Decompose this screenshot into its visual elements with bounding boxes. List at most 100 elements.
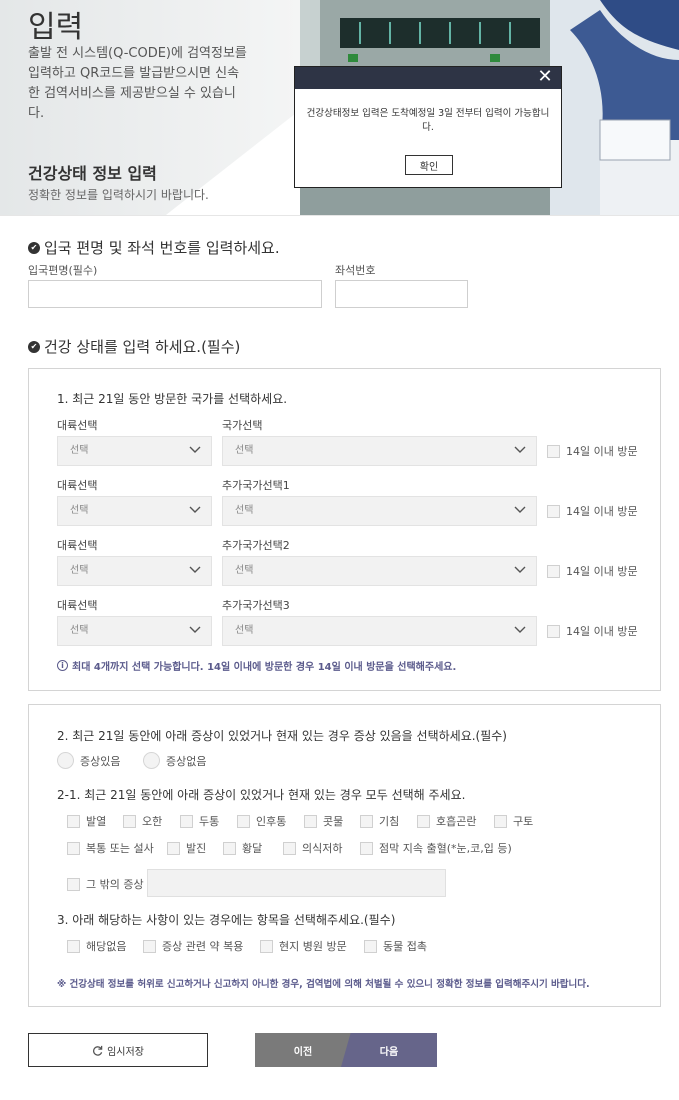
checkbox-box — [67, 939, 80, 953]
checkbox-box — [167, 841, 180, 855]
check-circle-icon: ✔ — [28, 241, 40, 254]
dialog-header: ✕ — [295, 67, 561, 89]
symptom-checkbox-headache[interactable]: 두통 — [180, 813, 219, 829]
within-14-days-checkbox[interactable]: 14일 이내 방문 — [547, 503, 638, 519]
country-label: 추가국가선택3 — [222, 599, 290, 612]
symptom-checkbox-vomiting[interactable]: 구토 — [494, 813, 533, 829]
other-symptom-checkbox[interactable]: 그 밖의 증상 — [67, 876, 144, 892]
temp-save-label: 임시저장 — [107, 1046, 144, 1058]
seat-number-label: 좌석번호 — [335, 264, 376, 277]
seat-number-input[interactable] — [335, 280, 468, 308]
symptom-checkbox-consciousness[interactable]: 의식저하 — [283, 840, 342, 856]
country-note-text: 최대 4개까지 선택 가능합니다. 14일 이내에 방문한 경우 14일 이내 … — [72, 662, 457, 673]
checkbox-box — [237, 814, 250, 828]
condition-checkbox-animal[interactable]: 동물 접촉 — [364, 938, 427, 954]
symptom-checkbox-fever[interactable]: 발열 — [67, 813, 106, 829]
health-question: ✔ 건강 상태를 입력 하세요.(필수) — [28, 336, 240, 357]
temp-save-button[interactable]: 임시저장 — [28, 1033, 208, 1067]
within-14-days-checkbox[interactable]: 14일 이내 방문 — [547, 563, 638, 579]
symptom-checkbox-diarrhea[interactable]: 복통 또는 설사 — [67, 840, 154, 856]
confirm-button[interactable]: 확인 — [405, 155, 453, 175]
checkbox-box — [547, 504, 560, 518]
dialog-message: 건강상태정보 입력은 도착예정일 3일 전부터 입력이 가능합니다. — [306, 108, 550, 133]
country-select[interactable]: 선택 — [222, 556, 537, 586]
section-subtitle: 정확한 정보를 입력하시기 바랍니다. — [28, 188, 209, 202]
country-select[interactable]: 선택 — [222, 496, 537, 526]
continent-select[interactable]: 선택 — [57, 616, 212, 646]
symptom-checkbox-runny-nose[interactable]: 콧물 — [304, 813, 343, 829]
symptom-checkbox-dyspnea[interactable]: 호흡곤란 — [417, 813, 476, 829]
country-label: 추가국가선택1 — [222, 479, 290, 492]
checkbox-box — [494, 814, 507, 828]
radio-circle — [143, 752, 160, 769]
checkbox-box — [180, 814, 193, 828]
select-value: 선택 — [70, 565, 89, 576]
warning-text: ※ 건강상태 정보를 허위로 신고하거나 신고하지 아니한 경우, 검역법에 의… — [57, 979, 590, 990]
checkbox-box — [123, 814, 136, 828]
condition-checkbox-none[interactable]: 해당없음 — [67, 938, 126, 954]
symptom-yes-radio[interactable]: 증상있음 — [57, 752, 120, 769]
symptom-checkbox-bleeding[interactable]: 점막 지속 출혈(*눈,코,입 등) — [360, 840, 512, 856]
symptom-checkbox-rash[interactable]: 발진 — [167, 840, 206, 856]
chevron-down-icon — [514, 506, 526, 513]
radio-circle — [57, 752, 74, 769]
symptom-checkbox-sore-throat[interactable]: 인후통 — [237, 813, 286, 829]
select-value: 선택 — [70, 505, 89, 516]
other-symptom-input[interactable] — [147, 869, 446, 897]
checkbox-label: 발진 — [186, 842, 207, 855]
flight-number-label: 입국편명(필수) — [28, 264, 98, 277]
condition-checkbox-medication[interactable]: 증상 관련 약 복용 — [143, 938, 243, 954]
select-value: 선택 — [70, 445, 89, 456]
checkbox-label: 발열 — [86, 815, 107, 828]
checkbox-label: 그 밖의 증상 — [86, 878, 144, 891]
select-value: 선택 — [70, 625, 89, 636]
checkbox-label: 호흡곤란 — [436, 815, 477, 828]
checkbox-box — [547, 624, 560, 638]
within-14-days-checkbox[interactable]: 14일 이내 방문 — [547, 623, 638, 639]
condition-checkbox-hospital[interactable]: 현지 병원 방문 — [260, 938, 347, 954]
next-button[interactable]: 다음 — [341, 1033, 437, 1067]
within-14-days-checkbox[interactable]: 14일 이내 방문 — [547, 443, 638, 459]
checkbox-label: 콧물 — [323, 815, 344, 828]
close-icon[interactable]: ✕ — [537, 68, 553, 86]
continent-select[interactable]: 선택 — [57, 556, 212, 586]
page-title: 입력 — [28, 10, 84, 45]
chevron-down-icon — [189, 446, 201, 453]
flight-number-input[interactable] — [28, 280, 322, 308]
checkbox-box — [67, 877, 80, 891]
section-divider — [0, 215, 679, 216]
next-label: 다음 — [379, 1046, 399, 1058]
country-label: 국가선택 — [222, 419, 263, 432]
symptom-checkbox-jaundice[interactable]: 황달 — [223, 840, 262, 856]
checkbox-box — [67, 841, 80, 855]
chevron-down-icon — [514, 566, 526, 573]
symptom-no-radio[interactable]: 증상없음 — [143, 752, 206, 769]
flight-question: ✔ 입국 편명 및 좌석 번호를 입력하세요. — [28, 237, 280, 258]
select-value: 선택 — [235, 445, 254, 456]
continent-select[interactable]: 선택 — [57, 436, 212, 466]
symptom-checkbox-cough[interactable]: 기침 — [360, 813, 399, 829]
continent-label: 대륙선택 — [57, 419, 98, 432]
checkbox-label: 두통 — [199, 815, 220, 828]
symptom-question: 2. 최근 21일 동안에 아래 증상이 있었거나 현재 있는 경우 증상 있음… — [57, 729, 507, 743]
symptom-panel: 2. 최근 21일 동안에 아래 증상이 있었거나 현재 있는 경우 증상 있음… — [28, 704, 661, 1007]
section-title: 건강상태 정보 입력 — [28, 164, 157, 183]
continent-label: 대륙선택 — [57, 599, 98, 612]
checkbox-label: 해당없음 — [86, 940, 127, 953]
checkbox-label: 14일 이내 방문 — [566, 505, 638, 518]
checkbox-box — [143, 939, 156, 953]
checkbox-label: 현지 병원 방문 — [279, 940, 347, 953]
checkbox-box — [283, 841, 296, 855]
checkbox-box — [364, 939, 377, 953]
checkbox-box — [360, 814, 373, 828]
checkbox-label: 14일 이내 방문 — [566, 625, 638, 638]
symptom-checkbox-chills[interactable]: 오한 — [123, 813, 162, 829]
symptom-subquestion: 2-1. 최근 21일 동안에 아래 증상이 있었거나 현재 있는 경우 모두 … — [57, 788, 466, 802]
continent-label: 대륙선택 — [57, 479, 98, 492]
country-select[interactable]: 선택 — [222, 436, 537, 466]
chevron-down-icon — [514, 446, 526, 453]
country-select[interactable]: 선택 — [222, 616, 537, 646]
continent-select[interactable]: 선택 — [57, 496, 212, 526]
select-value: 선택 — [235, 625, 254, 636]
prev-button[interactable]: 이전 — [255, 1033, 351, 1067]
